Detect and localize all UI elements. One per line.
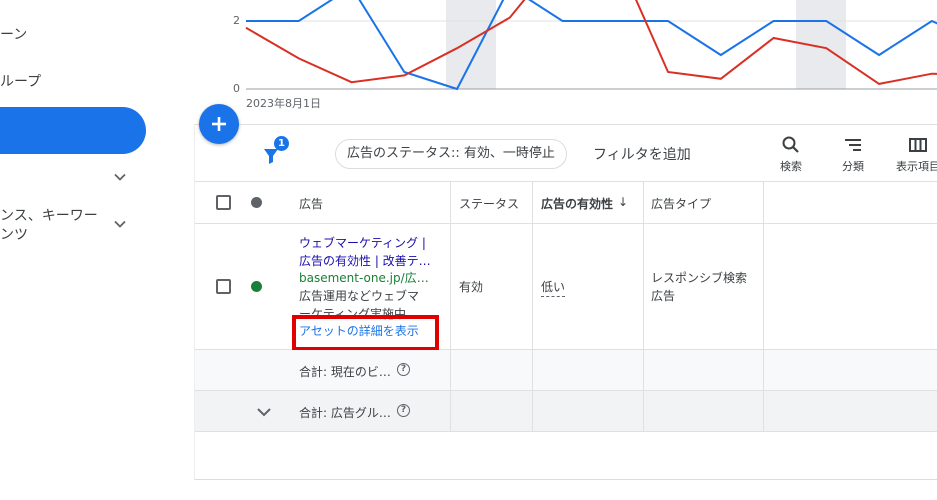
columns-icon (909, 138, 927, 152)
nav-item-expandable[interactable] (0, 167, 140, 189)
search-label: 検索 (780, 160, 802, 173)
total-row-current-view: 合計: 現在のビ… ? (195, 350, 937, 391)
y-tick-0: 0 (233, 82, 240, 95)
segment-label: 分類 (842, 160, 864, 173)
plus-icon (212, 117, 226, 131)
status-dot-icon (251, 281, 262, 292)
nav-item-campaigns[interactable]: ーン (0, 24, 27, 44)
columns-label: 表示項目 (896, 160, 937, 173)
nav-item-active-ads[interactable] (0, 107, 146, 154)
ad-status-value: 有効 (459, 280, 484, 294)
column-header-ad-type[interactable]: 広告タイプ (651, 195, 711, 212)
nav-item-audiences-keywords-content[interactable]: ンス、キーワー ンツ (0, 207, 140, 247)
total-row-ad-group: 合計: 広告グル… ? (195, 391, 937, 432)
select-all-checkbox[interactable] (216, 195, 231, 210)
status-filter-chip[interactable]: 広告のステータス:: 有効、一時停止 (335, 139, 567, 169)
ad-type-value-line2: 広告 (651, 289, 676, 303)
column-header-ad[interactable]: 広告 (299, 195, 323, 212)
column-divider (643, 182, 644, 432)
add-filter-button[interactable]: フィルタを追加 (593, 144, 691, 164)
segment-icon (845, 139, 861, 151)
filter-count-badge: 1 (274, 136, 289, 151)
create-plus-button[interactable] (199, 104, 239, 144)
help-icon[interactable]: ? (397, 363, 410, 376)
search-icon (782, 136, 799, 153)
status-dot-header-icon (251, 197, 262, 208)
weekend-band (446, 0, 496, 89)
chevron-down-icon[interactable] (255, 403, 273, 424)
table-header-row: 広告 ステータス 広告の有効性 ↓ 広告タイプ (195, 182, 937, 224)
x-start-date-label: 2023年8月1日 (246, 97, 321, 110)
column-divider (450, 182, 451, 432)
column-divider (763, 182, 764, 432)
help-icon[interactable]: ? (397, 404, 410, 417)
highlight-box (292, 315, 439, 351)
sort-arrow-icon: ↓ (618, 195, 629, 209)
chevron-down-icon (112, 169, 128, 185)
total-ad-group-label: 合計: 広告グル… (299, 406, 391, 420)
segment-button[interactable]: 分類 (823, 135, 883, 174)
row-checkbox[interactable] (216, 279, 231, 294)
nav-item-ad-groups[interactable]: ループ (0, 71, 41, 91)
y-tick-2: 2 (233, 14, 240, 27)
ads-table-card: 1 広告のステータス:: 有効、一時停止 フィルタを追加 検索 分類 表示項目 … (194, 124, 937, 480)
table-toolbar: 1 広告のステータス:: 有効、一時停止 フィルタを追加 検索 分類 表示項目 (195, 125, 937, 182)
chevron-down-icon (112, 216, 128, 232)
left-navigation: ーン ループ ンス、キーワー ンツ (0, 0, 194, 500)
total-current-view-label: 合計: 現在のビ… (299, 365, 391, 379)
search-button[interactable]: 検索 (761, 135, 821, 174)
column-header-ad-strength[interactable]: 広告の有効性 (541, 195, 613, 212)
columns-button[interactable]: 表示項目 (888, 135, 937, 174)
ad-type-value-line1: レスポンシブ検索 (651, 271, 748, 285)
ad-display-url: basement-one.jp/広告… (299, 271, 434, 285)
ad-strength-value[interactable]: 低い (541, 278, 566, 297)
column-header-status[interactable]: ステータス (459, 195, 519, 212)
ad-headline-link[interactable]: ウェブマーケティング | 広告の有効性 | 改善テ… (299, 234, 434, 270)
column-divider (532, 182, 533, 432)
table-row: ウェブマーケティング | 広告の有効性 | 改善テ… basement-one.… (195, 224, 937, 351)
